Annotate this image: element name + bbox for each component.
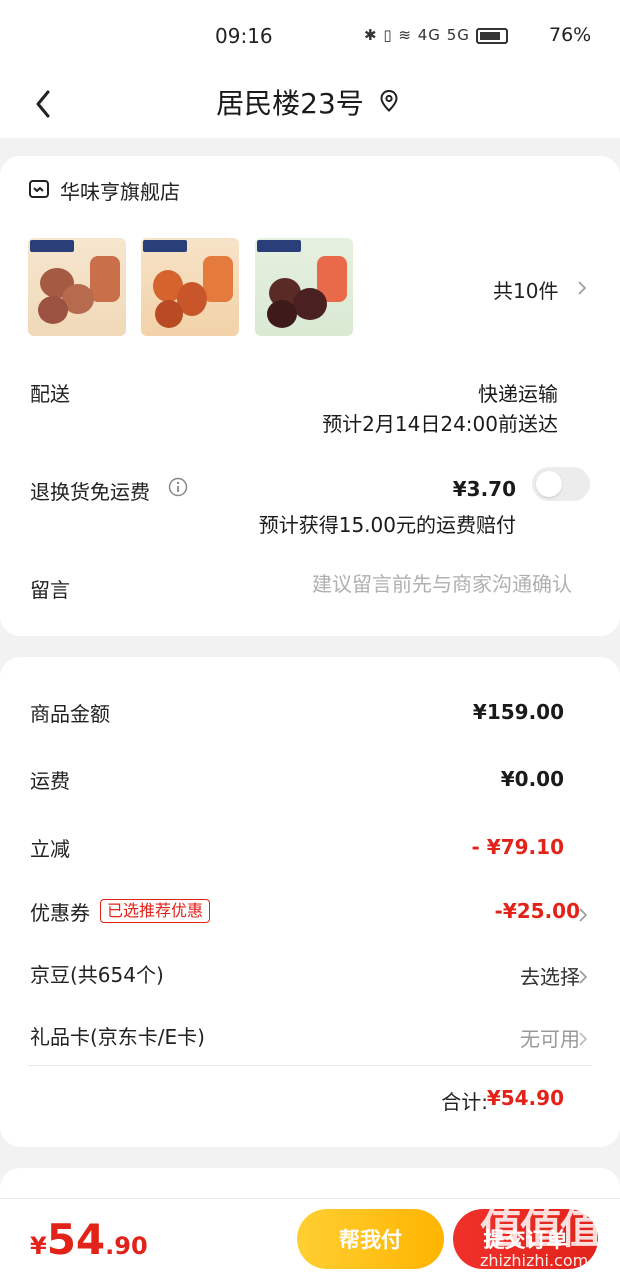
goods-amount-value: ¥159.00	[472, 700, 564, 724]
product-thumbnail[interactable]	[141, 238, 239, 336]
location-pin-icon[interactable]	[380, 90, 398, 112]
watermark-logo: 值值值	[480, 1204, 602, 1253]
chevron-right-icon[interactable]	[578, 1031, 588, 1047]
battery-level: 76%	[549, 24, 592, 46]
giftcard-label: 礼品卡(京东卡/E卡)	[30, 1025, 205, 1049]
product-thumbnail[interactable]	[28, 238, 126, 336]
goods-amount-row: 商品金额 ¥159.00	[0, 698, 620, 738]
chevron-right-icon[interactable]	[577, 280, 587, 296]
info-icon[interactable]	[168, 477, 188, 497]
page-title: 居民楼23号	[216, 87, 364, 120]
price-summary-card: 商品金额 ¥159.00 运费 ¥0.00 立减 - ¥79.10 优惠券 已选…	[0, 657, 620, 1147]
giftcard-value: 无可用	[520, 1027, 580, 1051]
delivery-label: 配送	[30, 382, 70, 406]
vibrate-icon: ▯	[383, 26, 393, 44]
product-fruit	[267, 300, 297, 328]
instant-discount-row: 立减 - ¥79.10	[0, 833, 620, 873]
coupon-value: -¥25.00	[494, 899, 580, 923]
shipping-label: 运费	[30, 769, 70, 793]
watermark-text: zhizhizhi.com	[480, 1251, 589, 1270]
product-jar	[203, 256, 233, 302]
bluetooth-icon: ✱	[364, 26, 378, 44]
price-integer: 54	[46, 1215, 106, 1264]
product-fruit	[38, 296, 68, 324]
product-fruit	[293, 288, 327, 320]
price-decimal: .90	[105, 1232, 148, 1260]
watermark: 值值值 zhizhizhi.com	[480, 1195, 615, 1275]
note-input[interactable]	[272, 572, 572, 596]
jingdou-label: 京豆(共654个)	[30, 963, 164, 987]
return-shipping-price: ¥3.70	[452, 477, 516, 501]
product-fruit	[155, 300, 183, 328]
nav-bar: 居民楼23号	[0, 72, 620, 138]
coupon-label: 优惠券	[30, 901, 90, 925]
price-symbol: ¥	[30, 1232, 47, 1260]
battery-icon	[475, 27, 508, 44]
shipping-value: ¥0.00	[500, 767, 564, 791]
store-icon	[29, 180, 49, 198]
return-shipping-toggle[interactable]	[532, 467, 590, 501]
goods-amount-label: 商品金额	[30, 702, 110, 726]
store-order-card: 华味亨旗舰店 共10件 配送 快递运输 预计2月14日24:00前送达 退换货免…	[0, 156, 620, 636]
store-name[interactable]: 华味亨旗舰店	[60, 176, 180, 205]
note-label: 留言	[30, 578, 70, 602]
giftcard-row[interactable]: 礼品卡(京东卡/E卡) 无可用	[0, 1021, 620, 1061]
coupon-row[interactable]: 优惠券 已选推荐优惠 -¥25.00	[0, 897, 620, 937]
bottom-total-price: ¥54.90	[30, 1215, 148, 1264]
jingdou-row[interactable]: 京豆(共654个) 去选择	[0, 959, 620, 999]
return-shipping-compensation: 预计获得15.00元的运费赔付	[258, 513, 516, 537]
delivery-method: 快递运输	[478, 382, 558, 406]
product-jar	[90, 256, 120, 302]
brand-banner	[257, 240, 301, 252]
divider	[28, 1065, 592, 1066]
status-icons: ✱ ▯ ≋ 4G 5G	[364, 26, 512, 44]
pay-for-me-button[interactable]: 帮我付	[297, 1209, 444, 1269]
brand-banner	[143, 240, 187, 252]
product-thumbnail[interactable]	[255, 238, 353, 336]
total-value: ¥54.90	[486, 1086, 564, 1110]
jingdou-action: 去选择	[520, 965, 580, 989]
status-time: 09:16	[215, 24, 273, 48]
brand-banner	[30, 240, 74, 252]
signal-icon: 4G 5G	[417, 26, 470, 44]
chevron-right-icon[interactable]	[578, 969, 588, 985]
shipping-row: 运费 ¥0.00	[0, 765, 620, 805]
instant-discount-label: 立减	[30, 837, 70, 861]
wifi-icon: ≋	[398, 26, 412, 44]
chevron-right-icon[interactable]	[578, 907, 588, 923]
toggle-knob	[536, 471, 562, 497]
return-shipping-label: 退换货免运费	[30, 480, 150, 504]
coupon-tag: 已选推荐优惠	[100, 899, 211, 923]
instant-discount-value: - ¥79.10	[471, 835, 564, 859]
delivery-eta: 预计2月14日24:00前送达	[322, 412, 558, 436]
status-bar: 09:16 ✱ ▯ ≋ 4G 5G 76%	[0, 0, 620, 72]
item-count[interactable]: 共10件	[493, 275, 558, 304]
total-label: 合计:	[441, 1090, 488, 1114]
